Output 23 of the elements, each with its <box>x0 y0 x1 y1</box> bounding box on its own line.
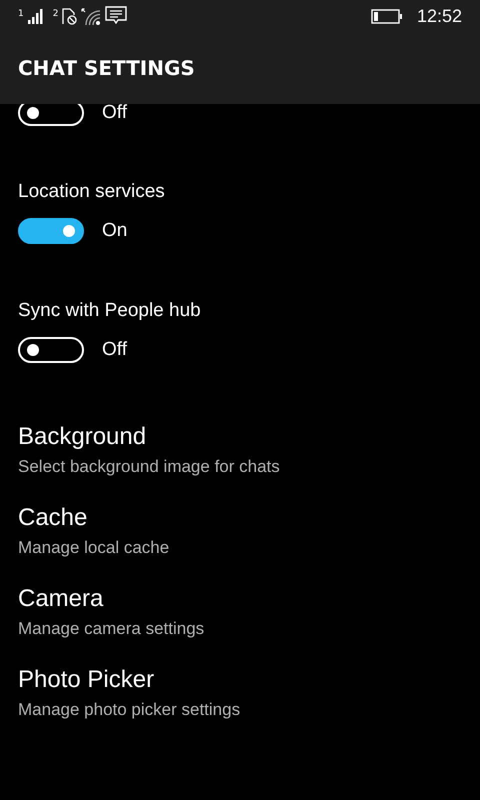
signal-icon <box>28 8 43 24</box>
setting-title[interactable]: Camera <box>18 585 462 613</box>
sim-number: 1 <box>18 9 24 19</box>
no-sim-icon <box>62 7 78 25</box>
setting-label: Location services <box>18 181 166 203</box>
toggle-state: Off <box>102 339 127 361</box>
setting-description: Manage local cache <box>18 538 170 558</box>
wifi-icon <box>81 6 102 26</box>
toggle-state: On <box>102 220 128 242</box>
toggle-state: Off <box>102 104 127 124</box>
setting-label: Sync with People hub <box>18 300 202 322</box>
setting-description: Manage camera settings <box>18 619 206 639</box>
setting-title[interactable]: Background <box>18 423 462 451</box>
page-title: CHAT SETTINGS <box>18 56 195 80</box>
toggle-switch[interactable] <box>18 218 84 244</box>
battery-icon <box>370 8 403 24</box>
clock-time: 12:52 <box>416 6 462 26</box>
setting-description: Select background image for chats <box>18 457 281 477</box>
setting-description: Manage photo picker settings <box>18 700 242 720</box>
sim-number: 2 <box>52 9 58 19</box>
message-icon <box>105 6 128 26</box>
setting-title[interactable]: Cache <box>18 504 462 532</box>
setting-title[interactable]: Photo Picker <box>18 666 462 694</box>
